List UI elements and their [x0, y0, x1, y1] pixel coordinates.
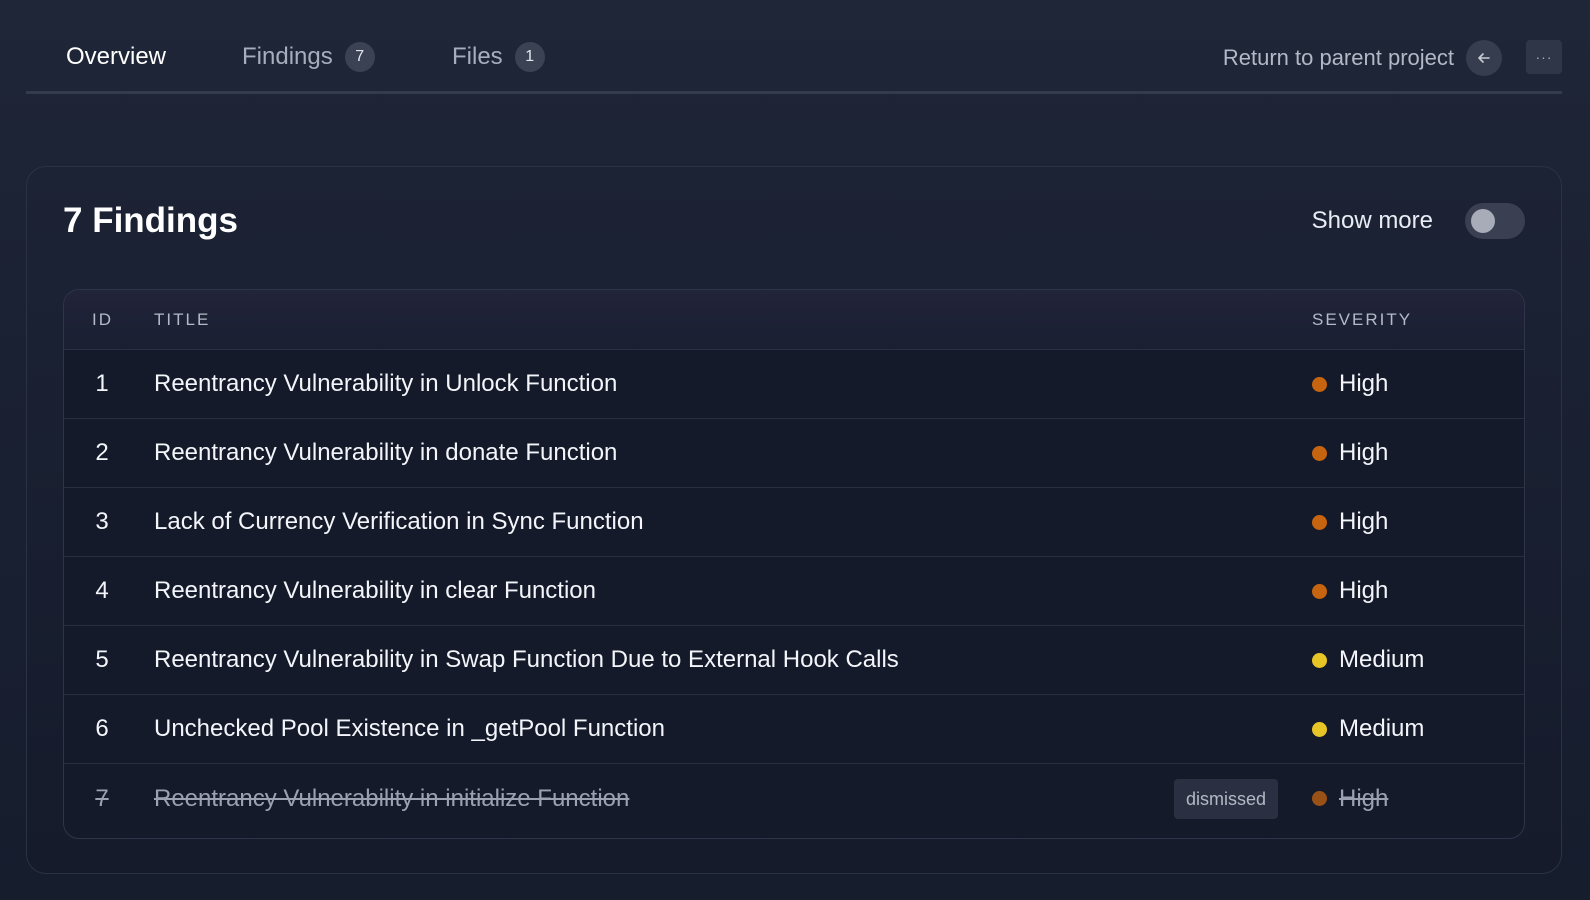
finding-id: 7 — [95, 784, 109, 812]
finding-title: Lack of Currency Verification in Sync Fu… — [154, 508, 644, 535]
table-header: ID TITLE SEVERITY — [64, 290, 1524, 350]
more-options-button[interactable]: ··· — [1526, 40, 1562, 74]
tab-files[interactable]: Files 1 — [452, 20, 572, 94]
files-count-badge: 1 — [514, 42, 545, 72]
finding-title: Reentrancy Vulnerability in initialize F… — [154, 784, 630, 812]
severity-cell: High — [1312, 439, 1388, 467]
ellipsis-icon: ··· — [1535, 49, 1553, 65]
tab-findings-label: Findings — [242, 43, 333, 70]
severity-dot-icon — [1312, 721, 1327, 737]
tab-overview[interactable]: Overview — [26, 20, 206, 94]
findings-count-badge: 7 — [344, 42, 375, 72]
tab-findings[interactable]: Findings 7 — [242, 20, 416, 94]
severity-label: Medium — [1339, 715, 1425, 742]
severity-dot-icon — [1312, 445, 1327, 461]
finding-id: 3 — [95, 508, 109, 535]
arrow-left-icon — [1466, 40, 1502, 76]
severity-label: High — [1339, 784, 1389, 812]
dismissed-badge: dismissed — [1174, 779, 1279, 819]
tab-overview-label: Overview — [65, 43, 167, 70]
return-to-parent-label: Return to parent project — [1222, 45, 1454, 70]
severity-dot-icon — [1312, 791, 1327, 806]
severity-cell: Medium — [1312, 715, 1424, 743]
column-header-id: ID — [92, 309, 113, 329]
severity-label: Medium — [1339, 646, 1425, 673]
tab-bar: Overview Findings 7 Files 1 — [26, 20, 572, 94]
table-row-dismissed[interactable]: 7 Reentrancy Vulnerability in initialize… — [64, 764, 1524, 833]
severity-label: High — [1339, 439, 1389, 466]
finding-id: 4 — [95, 577, 109, 604]
severity-dot-icon — [1312, 514, 1327, 530]
tab-bar-divider — [26, 91, 1562, 94]
severity-label: High — [1339, 508, 1389, 535]
table-row[interactable]: 6 Unchecked Pool Existence in _getPool F… — [64, 695, 1524, 764]
severity-cell: Medium — [1312, 646, 1424, 674]
toggle-knob — [1471, 209, 1495, 233]
severity-dot-icon — [1312, 376, 1327, 392]
severity-dot-icon — [1312, 652, 1327, 668]
tab-files-label: Files — [452, 43, 503, 70]
finding-title: Unchecked Pool Existence in _getPool Fun… — [154, 715, 665, 742]
severity-label: High — [1339, 577, 1389, 604]
severity-cell: High — [1312, 508, 1388, 536]
finding-title: Reentrancy Vulnerability in clear Functi… — [154, 577, 596, 604]
findings-table: ID TITLE SEVERITY 1 Reentrancy Vulnerabi… — [63, 289, 1525, 839]
show-more-control: Show more — [1312, 203, 1525, 239]
top-nav: Overview Findings 7 Files 1 Return to pa… — [26, 20, 1562, 94]
finding-title: Reentrancy Vulnerability in donate Funct… — [154, 439, 618, 466]
severity-cell: High — [1312, 370, 1388, 398]
severity-cell: High — [1312, 577, 1388, 605]
finding-title: Reentrancy Vulnerability in Swap Functio… — [154, 646, 899, 673]
finding-title: Reentrancy Vulnerability in Unlock Funct… — [154, 370, 618, 397]
show-more-toggle[interactable] — [1465, 203, 1525, 239]
table-row[interactable]: 5 Reentrancy Vulnerability in Swap Funct… — [64, 626, 1524, 695]
table-row[interactable]: 1 Reentrancy Vulnerability in Unlock Fun… — [64, 350, 1524, 419]
finding-id: 5 — [95, 646, 109, 673]
finding-id: 6 — [95, 715, 109, 742]
findings-card: 7 Findings Show more ID TITLE SEVERITY 1… — [26, 166, 1562, 874]
finding-id: 1 — [95, 370, 109, 397]
column-header-title: TITLE — [154, 309, 211, 329]
finding-id: 2 — [95, 439, 109, 466]
table-row[interactable]: 4 Reentrancy Vulnerability in clear Func… — [64, 557, 1524, 626]
severity-cell: High — [1312, 785, 1388, 813]
findings-title: 7 Findings — [63, 201, 238, 240]
severity-dot-icon — [1312, 583, 1327, 599]
table-row[interactable]: 3 Lack of Currency Verification in Sync … — [64, 488, 1524, 557]
show-more-label: Show more — [1311, 207, 1433, 234]
column-header-severity: SEVERITY — [1312, 309, 1413, 329]
severity-label: High — [1339, 370, 1389, 397]
table-row[interactable]: 2 Reentrancy Vulnerability in donate Fun… — [64, 419, 1524, 488]
return-to-parent-link[interactable]: Return to parent project — [1223, 40, 1502, 76]
